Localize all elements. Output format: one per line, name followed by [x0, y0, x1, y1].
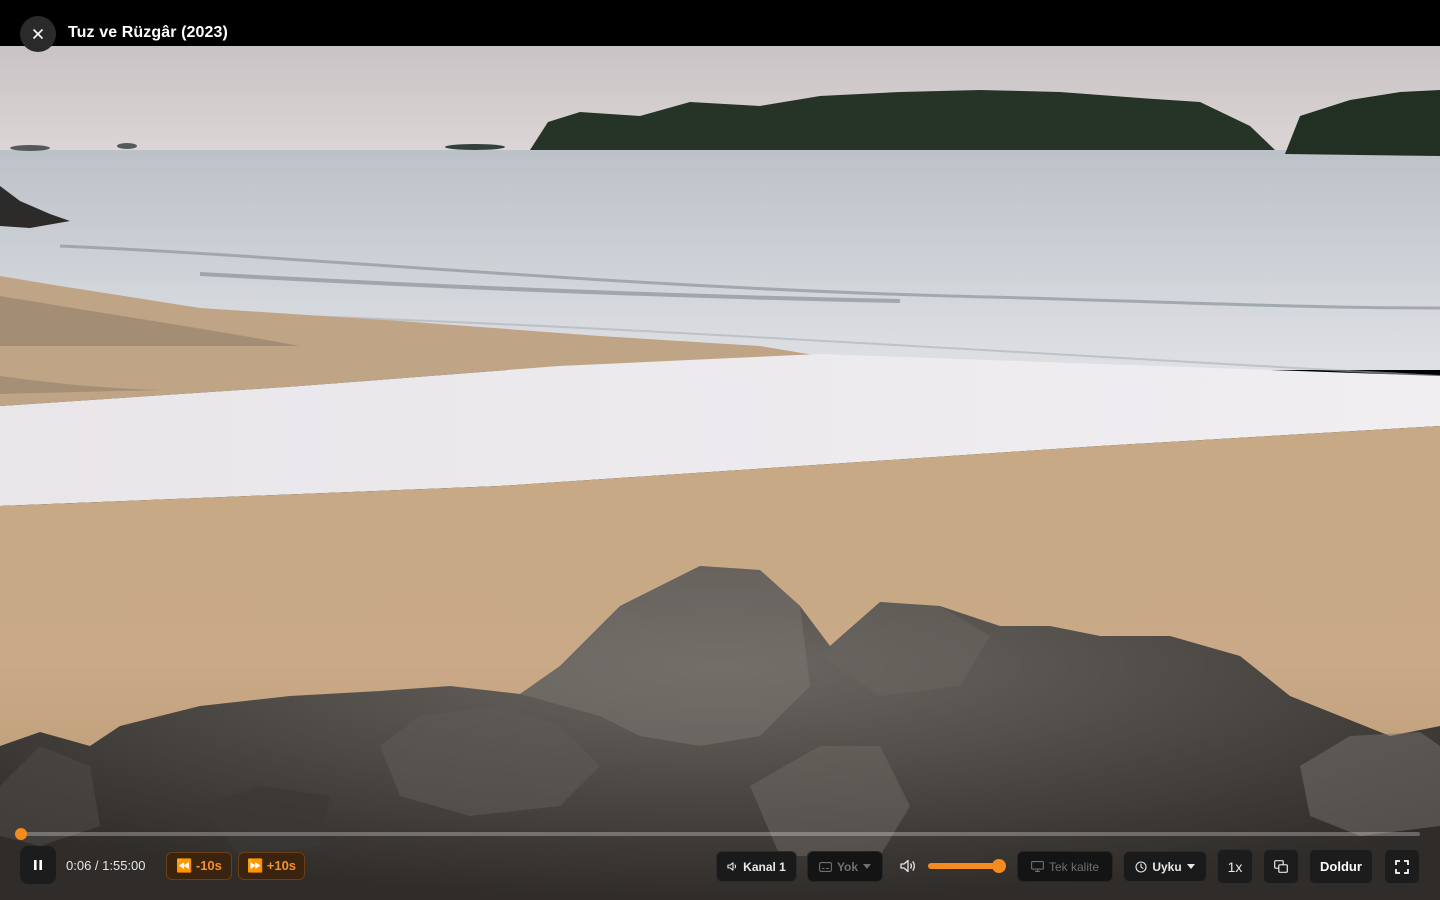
speaker-icon [727, 862, 737, 871]
video-scene [0, 46, 1440, 900]
chevron-down-icon [863, 864, 872, 869]
top-bar: Tuz ve Rüzgâr (2023) [0, 0, 1440, 52]
monitor-icon [1031, 861, 1044, 872]
fullscreen-button[interactable] [1384, 849, 1420, 884]
fullscreen-icon [1395, 859, 1409, 874]
sleep-timer-button[interactable]: Uyku [1123, 851, 1207, 882]
chevron-down-icon [1186, 864, 1195, 869]
close-icon [33, 29, 43, 39]
picture-in-picture-button[interactable] [1263, 849, 1299, 884]
video-frame[interactable] [0, 46, 1440, 900]
video-title: Tuz ve Rüzgâr (2023) [68, 24, 228, 41]
subtitle-button[interactable]: Yok [807, 851, 883, 882]
pause-button[interactable] [20, 846, 56, 884]
picture-in-picture-icon [1274, 860, 1288, 873]
subtitle-label: Yok [836, 859, 859, 874]
control-bar: 0:06 / 1:55:00 ⏪ -10s ⏩ +10s Kanal 1 Yok [0, 846, 1440, 886]
progress-thumb[interactable] [15, 828, 28, 840]
playback-speed-button[interactable]: 1x [1217, 849, 1253, 884]
progress-track [20, 832, 1420, 836]
volume-button[interactable] [894, 854, 922, 878]
sleep-label: Uyku [1152, 859, 1182, 874]
volume-icon [900, 859, 915, 873]
close-button[interactable] [20, 16, 56, 52]
audio-track-label: Kanal 1 [743, 859, 786, 874]
audio-track-button[interactable]: Kanal 1 [716, 851, 797, 882]
quality-button[interactable]: Tek kalite [1017, 851, 1113, 882]
volume-slider[interactable] [928, 859, 1006, 873]
volume-thumb[interactable] [992, 859, 1006, 873]
fill-button[interactable]: Doldur [1309, 849, 1373, 884]
clock-icon [1135, 860, 1147, 873]
quality-label: Tek kalite [1048, 859, 1100, 874]
volume-fill [928, 863, 1002, 869]
time-display: 0:06 / 1:55:00 [66, 858, 146, 873]
seek-forward-button[interactable]: ⏩ +10s [238, 852, 305, 880]
progress-bar[interactable] [15, 826, 1420, 842]
pause-icon [34, 860, 42, 870]
seek-back-button[interactable]: ⏪ -10s [166, 852, 232, 880]
subtitle-icon [818, 861, 832, 872]
